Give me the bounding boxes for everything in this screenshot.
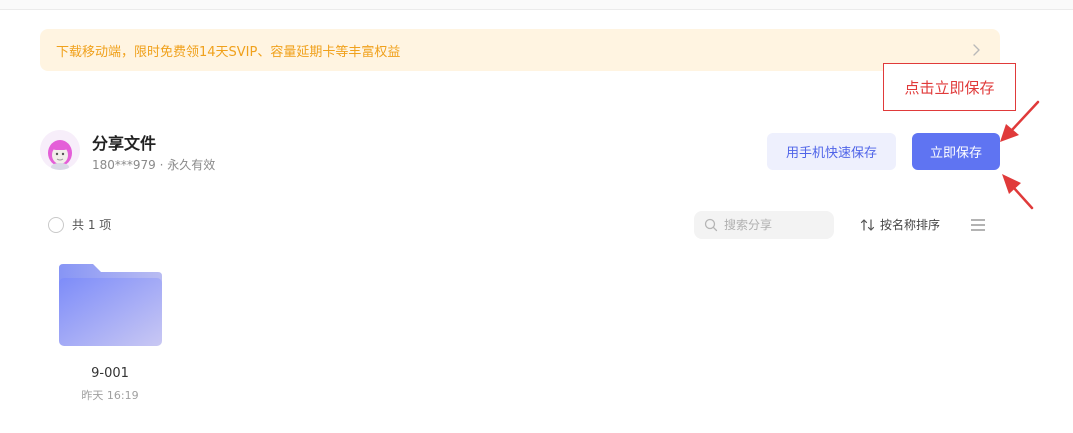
file-name: 9-001 [91, 366, 129, 381]
arrow-up-left-icon [1000, 100, 1040, 142]
list-view-icon[interactable] [970, 218, 986, 232]
save-now-button[interactable]: 立即保存 [912, 133, 1000, 170]
search-box[interactable] [694, 211, 834, 239]
promo-text: 下载移动端，限时免费领14天SVIP、容量延期卡等丰富权益 [56, 44, 401, 60]
top-bar [0, 0, 1073, 10]
sort-button[interactable]: 按名称排序 [860, 216, 940, 233]
avatar-icon [40, 130, 80, 170]
annotation-text: 点击立即保存 [904, 78, 995, 97]
promo-banner[interactable]: 下载移动端，限时免费领14天SVIP、容量延期卡等丰富权益 [40, 29, 1000, 71]
search-icon [704, 218, 718, 232]
chevron-right-icon [973, 44, 980, 56]
share-meta: 180***979 · 永久有效 [92, 158, 216, 172]
file-item[interactable]: 9-001 昨天 16:19 [50, 256, 170, 406]
sort-label: 按名称排序 [880, 218, 941, 232]
arrow-down-left-icon [1002, 174, 1034, 210]
phone-save-button[interactable]: 用手机快速保存 [767, 133, 896, 170]
file-time: 昨天 16:19 [81, 389, 139, 402]
share-title: 分享文件 [92, 134, 157, 153]
avatar [40, 130, 80, 170]
sort-icon [860, 218, 875, 231]
item-count: 共 1 项 [72, 218, 112, 232]
share-page: 下载移动端，限时免费领14天SVIP、容量延期卡等丰富权益 点击立即保存 分享文… [0, 0, 1073, 433]
folder-icon [59, 264, 162, 346]
search-input[interactable] [724, 218, 824, 232]
select-all-checkbox[interactable] [48, 217, 64, 233]
